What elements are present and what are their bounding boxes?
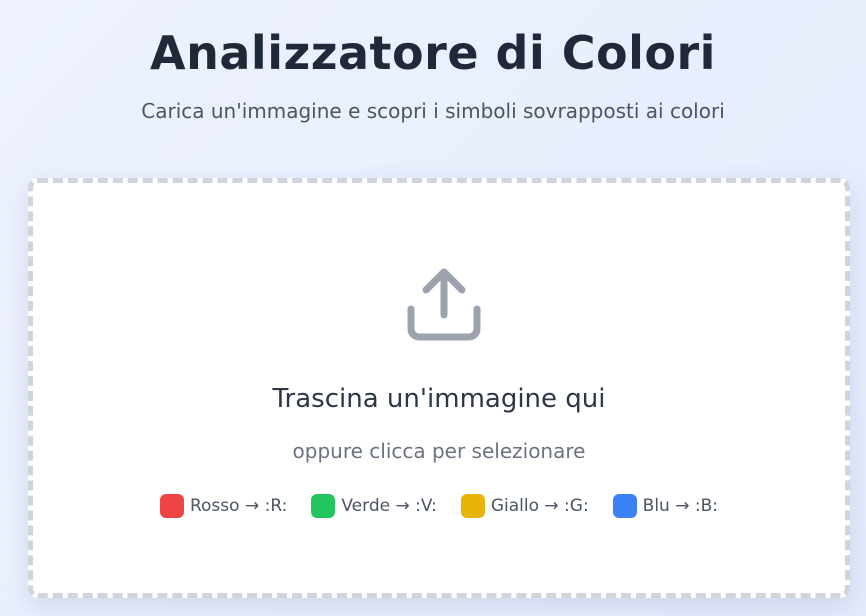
color-legend: Rosso → :R: Verde → :V: Giallo → :G: Blu… — [33, 494, 845, 518]
legend-label: Rosso → :R: — [189, 496, 288, 516]
legend-item-yellow: Giallo → :G: — [460, 494, 589, 518]
dropzone-title: Trascina un'immagine qui — [272, 384, 606, 414]
page-subtitle: Carica un'immagine e scopri i simboli so… — [141, 99, 725, 123]
upload-icon — [407, 268, 481, 341]
legend-label: Blu → :B: — [642, 496, 719, 516]
yellow-swatch — [460, 494, 485, 518]
legend-item-green: Verde → :V: — [311, 494, 437, 518]
legend-item-blue: Blu → :B: — [612, 494, 719, 518]
blue-swatch — [612, 494, 637, 518]
legend-label: Verde → :V: — [341, 496, 437, 516]
red-swatch — [159, 494, 184, 518]
green-swatch — [311, 494, 336, 518]
legend-label: Giallo → :G: — [490, 496, 589, 516]
image-dropzone[interactable]: Trascina un'immagine qui oppure clicca p… — [28, 178, 850, 598]
dropzone-subtitle: oppure clicca per selezionare — [292, 439, 586, 463]
page-title: Analizzatore di Colori — [150, 26, 716, 80]
legend-item-red: Rosso → :R: — [159, 494, 288, 518]
